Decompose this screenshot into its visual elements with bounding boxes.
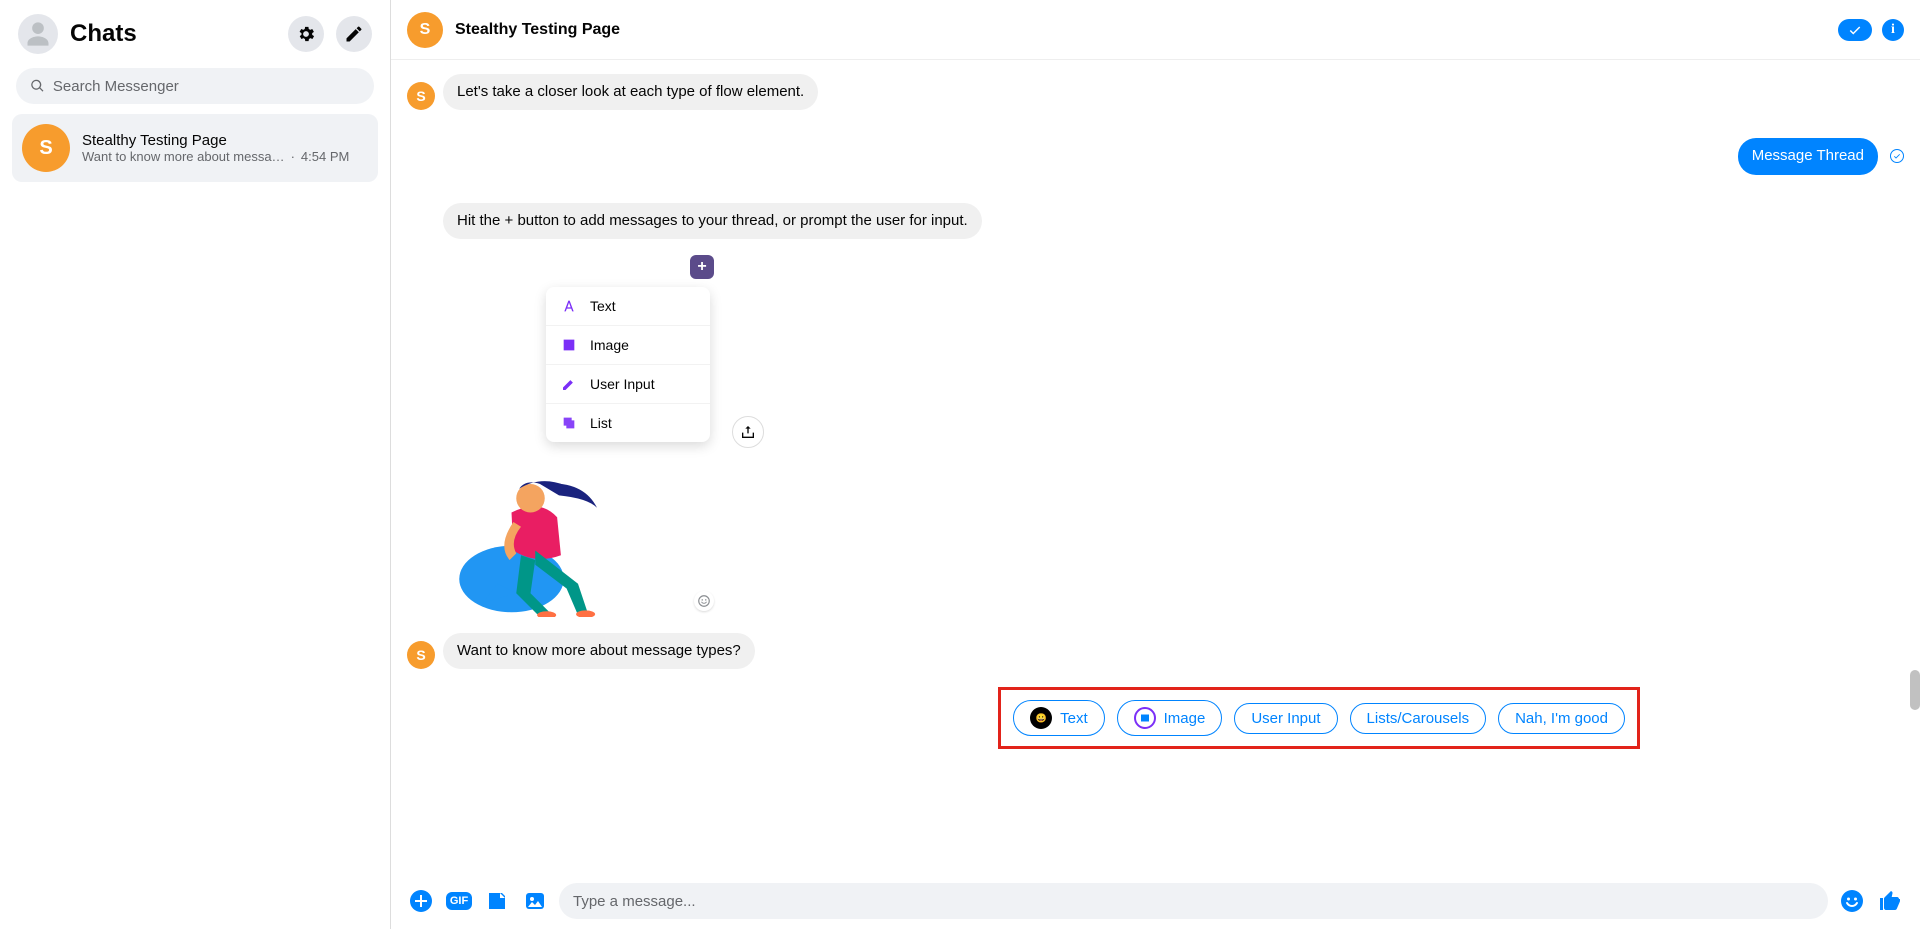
gif-label: GIF <box>446 892 472 910</box>
header-avatar[interactable]: S <box>407 12 443 48</box>
quick-reply-text[interactable]: 😀 Text <box>1013 700 1105 736</box>
settings-button[interactable] <box>288 16 324 52</box>
sidebar: Chats S Stealthy Testing Page Want to kn… <box>0 0 391 929</box>
gallery-icon <box>1134 707 1156 729</box>
message-bubble: Let's take a closer look at each type of… <box>443 74 818 110</box>
chat-time: 4:54 PM <box>301 149 349 164</box>
search-input-wrap[interactable] <box>16 68 374 104</box>
gif-button[interactable]: GIF <box>445 887 473 915</box>
composer: GIF <box>391 873 1920 929</box>
image-attachment[interactable]: + Text Image User Input <box>435 247 722 617</box>
dropdown-label: Text <box>590 298 616 314</box>
compose-button[interactable] <box>336 16 372 52</box>
emoji-pack-icon: 😀 <box>1030 707 1052 729</box>
main: S Stealthy Testing Page i S Let's take a… <box>391 0 1920 929</box>
search-input[interactable] <box>53 78 360 95</box>
chat-preview: Want to know more about messa… · 4:54 PM <box>82 149 368 164</box>
scrollbar-thumb[interactable] <box>1910 670 1920 710</box>
pencil-icon <box>560 375 578 393</box>
share-button[interactable] <box>732 416 764 448</box>
user-avatar[interactable] <box>18 14 58 54</box>
quick-reply-label: Nah, I'm good <box>1515 710 1608 727</box>
msg-avatar: S <box>407 82 435 110</box>
quick-reply-user-input[interactable]: User Input <box>1234 703 1337 734</box>
info-button[interactable]: i <box>1882 19 1904 41</box>
dropdown-menu: Text Image User Input List <box>546 287 710 442</box>
message-bubble-sent: Message Thread <box>1738 138 1878 174</box>
quick-reply-image[interactable]: Image <box>1117 700 1223 736</box>
compose-input-wrap[interactable] <box>559 883 1828 919</box>
message-row: S Want to know more about message types? <box>391 631 1920 671</box>
chat-header: S Stealthy Testing Page i <box>391 0 1920 60</box>
text-a-icon <box>560 297 578 315</box>
message-list[interactable]: S Let's take a closer look at each type … <box>391 60 1920 873</box>
quick-reply-label: Lists/Carousels <box>1367 710 1470 727</box>
quick-reply-box: 😀 Text Image User Input Lists/Carousels … <box>998 687 1640 749</box>
chat-meta: Stealthy Testing Page Want to know more … <box>82 132 368 164</box>
quick-reply-label: Text <box>1060 710 1088 727</box>
chat-header-title: Stealthy Testing Page <box>455 21 1826 39</box>
sent-check-icon <box>1890 149 1904 163</box>
message-bubble: Hit the + button to add messages to your… <box>443 203 982 239</box>
search-icon <box>30 78 45 94</box>
dropdown-item-image: Image <box>546 326 710 365</box>
photo-button[interactable] <box>521 887 549 915</box>
dropdown-label: User Input <box>590 376 655 392</box>
add-attachment-button[interactable] <box>407 887 435 915</box>
chat-list-item[interactable]: S Stealthy Testing Page Want to know mor… <box>12 114 378 182</box>
dropdown-label: Image <box>590 337 629 353</box>
illustration-person-bubble <box>445 427 635 617</box>
chat-avatar: S <box>22 124 70 172</box>
chat-snippet: Want to know more about messa… <box>82 149 285 164</box>
quick-reply-label: User Input <box>1251 710 1320 727</box>
plus-badge: + <box>690 255 714 279</box>
quick-reply-highlight: 😀 Text Image User Input Lists/Carousels … <box>391 677 1640 759</box>
sidebar-title: Chats <box>70 20 276 48</box>
message-row: S Let's take a closer look at each type … <box>391 72 1920 112</box>
thumbs-up-button[interactable] <box>1876 887 1904 915</box>
msg-avatar: S <box>407 641 435 669</box>
emoji-button[interactable] <box>1838 887 1866 915</box>
react-button[interactable] <box>694 591 714 611</box>
compose-input[interactable] <box>573 893 1814 910</box>
quick-reply-lists[interactable]: Lists/Carousels <box>1350 703 1487 734</box>
verify-badge[interactable] <box>1838 19 1872 41</box>
attachment-row: + Text Image User Input <box>435 247 1920 617</box>
dropdown-item-user-input: User Input <box>546 365 710 404</box>
message-bubble: Want to know more about message types? <box>443 633 755 669</box>
image-icon <box>560 336 578 354</box>
message-row-sent: Message Thread <box>391 136 1920 176</box>
quick-reply-label: Image <box>1164 710 1206 727</box>
sidebar-header: Chats <box>12 10 378 64</box>
message-row: Hit the + button to add messages to your… <box>391 201 1920 241</box>
sticker-button[interactable] <box>483 887 511 915</box>
quick-reply-nah[interactable]: Nah, I'm good <box>1498 703 1625 734</box>
dropdown-item-text: Text <box>546 287 710 326</box>
chat-name: Stealthy Testing Page <box>82 132 368 149</box>
